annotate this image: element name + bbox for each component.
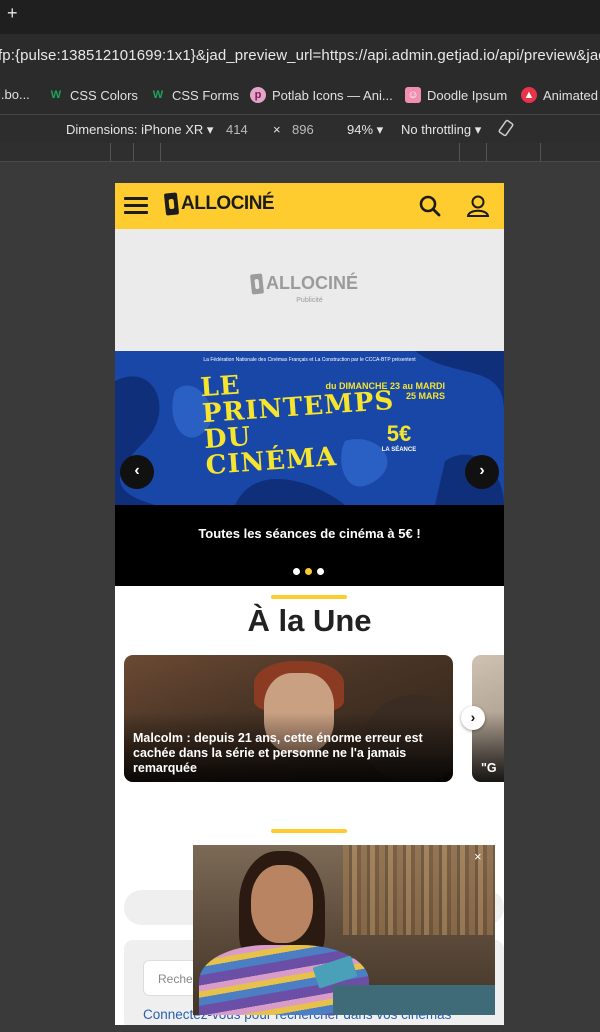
width-input[interactable]: 414 [226,122,248,137]
w-icon: W [50,89,62,101]
throttle-select[interactable]: No throttling ▾ [401,122,481,138]
carousel-dot-active[interactable] [305,568,312,575]
media-query-ruler [0,143,600,162]
promo-banner[interactable]: La Fédération Nationale des Cinémas Fran… [115,351,504,505]
chevron-right-icon: › [470,709,476,725]
news-card-title: "G [481,761,497,775]
bookmark-item[interactable]: ☺ Doodle Ipsum [405,87,507,103]
section-accent [271,595,347,599]
doodle-icon: ☺ [405,87,421,103]
device-select[interactable]: Dimensions: iPhone XR ▾ [66,122,213,138]
p-icon: p [250,87,266,103]
section-accent [271,829,347,833]
ad-logo: ALLOCINÉ [249,272,358,295]
site-header: ALLOCINÉ [115,183,504,229]
section-title: À la Une [247,603,372,638]
site-logo[interactable]: ALLOCINÉ [163,192,275,216]
banner-top-line: La Fédération Nationale des Cinémas Fran… [203,357,416,363]
ad-slot: ALLOCINÉ Publicité [115,229,504,351]
w-icon: W [152,89,164,101]
carousel-prev-button[interactable]: ‹ [120,455,154,489]
promo-caption[interactable]: Toutes les séances de cinéma à 5€ ! [115,505,504,586]
bookmark-item[interactable]: p Potlab Icons — Ani... [250,87,393,103]
zoom-select[interactable]: 94% ▾ [347,122,383,138]
carousel-next-button[interactable]: › [465,455,499,489]
carousel-dot[interactable] [317,568,324,575]
height-input[interactable]: 896 [292,122,314,137]
ad-label: Publicité [296,297,323,304]
close-icon[interactable]: × [474,849,482,864]
times-label: × [273,122,281,137]
chevron-left-icon: ‹ [134,462,140,479]
chevron-right-icon: › [479,462,485,479]
menu-icon[interactable] [124,197,148,215]
new-tab-button[interactable]: + [7,3,18,24]
ticket-icon [163,192,180,216]
news-card[interactable]: Malcolm : depuis 21 ans, cette énorme er… [124,655,453,782]
carousel-dots [293,568,324,575]
floating-video-player[interactable]: × [193,845,495,1015]
bookmarks-bar: i.bo... W CSS Colors W CSS Forms p Potla… [0,78,600,115]
a-icon: ▲ [521,87,537,103]
bookmark-item[interactable]: i.bo... [0,87,30,102]
url-text[interactable]: fp:{pulse:138512101699:1x1}&jad_preview_… [0,47,600,64]
news-card-title: Malcolm : depuis 21 ans, cette énorme er… [133,731,423,775]
user-icon[interactable] [465,193,491,219]
banner-price: 5€ LA SÉANCE [381,421,417,453]
device-toolbar: Dimensions: iPhone XR ▾ 414 × 896 94% ▾ … [0,115,600,144]
banner-dates: du DIMANCHE 23 au MARDI 25 MARS [325,381,445,401]
banner-title: LE PRINTEMPS DU CINÉMA [199,370,396,482]
tab-strip: + [0,0,600,34]
ticket-icon [249,272,265,295]
bookmark-item[interactable]: W CSS Colors [48,87,138,103]
cards-next-button[interactable]: › [461,706,485,730]
carousel-dot[interactable] [293,568,300,575]
search-icon[interactable] [418,194,442,218]
bookmark-item[interactable]: W CSS Forms [150,87,239,103]
rotate-icon[interactable] [497,119,515,140]
bookmark-item[interactable]: ▲ Animated [521,87,598,103]
address-bar[interactable]: fp:{pulse:138512101699:1x1}&jad_preview_… [0,34,600,78]
